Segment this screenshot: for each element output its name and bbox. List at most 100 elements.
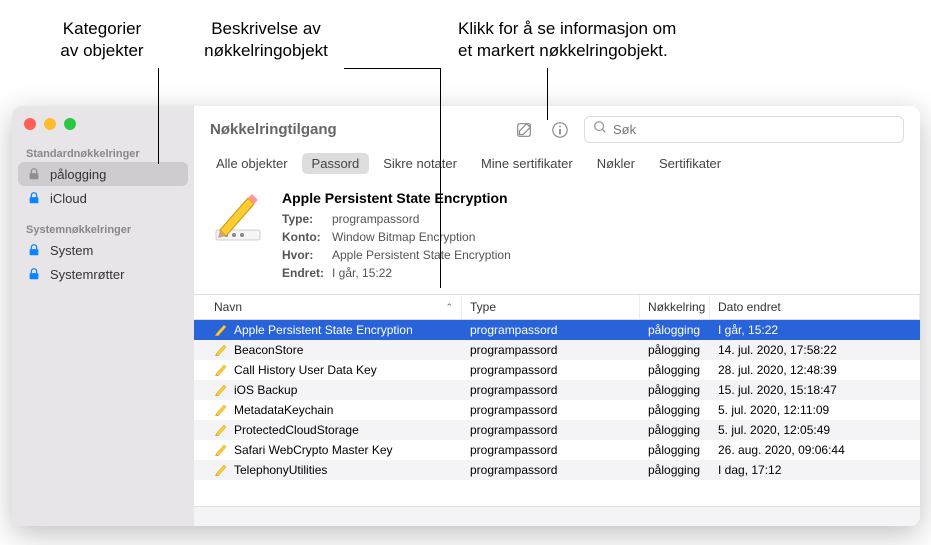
tab-all[interactable]: Alle objekter bbox=[206, 153, 298, 174]
callout-info: Klikk for å se informasjon omet markert … bbox=[458, 18, 738, 62]
sidebar-item-label: pålogging bbox=[50, 167, 106, 182]
search-input[interactable] bbox=[613, 122, 895, 137]
row-ring: pålogging bbox=[640, 421, 710, 439]
callout-description: Beskrivelse avnøkkelringobjekt bbox=[186, 18, 346, 62]
row-date: 28. jul. 2020, 12:48:39 bbox=[710, 361, 920, 379]
fullscreen-button[interactable] bbox=[64, 118, 76, 130]
row-type: programpassord bbox=[462, 401, 640, 419]
lock-icon bbox=[26, 242, 42, 258]
password-icon bbox=[210, 190, 266, 246]
row-ring: pålogging bbox=[640, 461, 710, 479]
detail-type-label: Type: bbox=[282, 210, 326, 228]
sidebar-item-label: System bbox=[50, 243, 93, 258]
detail-panel: Apple Persistent State Encryption Type: p… bbox=[194, 182, 920, 294]
password-row-icon bbox=[214, 443, 228, 457]
detail-modified-value: I går, 15:22 bbox=[332, 264, 392, 282]
table-row[interactable]: Safari WebCrypto Master Key programpasso… bbox=[194, 440, 920, 460]
detail-title: Apple Persistent State Encryption bbox=[282, 190, 904, 206]
window-title: Nøkkelringtilgang bbox=[210, 121, 500, 138]
row-name: Call History User Data Key bbox=[234, 363, 377, 377]
lock-icon bbox=[26, 266, 42, 282]
password-row-icon bbox=[214, 323, 228, 337]
callout-categories: Kategorierav objekter bbox=[42, 18, 162, 62]
tab-mycerts[interactable]: Mine sertifikater bbox=[471, 153, 583, 174]
col-header-ring[interactable]: Nøkkelring bbox=[640, 295, 710, 319]
row-date: I dag, 17:12 bbox=[710, 461, 920, 479]
row-date: 14. jul. 2020, 17:58:22 bbox=[710, 341, 920, 359]
sidebar-header-default: Standardnøkkelringer bbox=[12, 142, 194, 162]
compose-button[interactable] bbox=[512, 118, 536, 142]
main-content: Nøkkelringtilgang Alle objekter Passord … bbox=[194, 106, 920, 526]
info-button[interactable] bbox=[548, 118, 572, 142]
minimize-button[interactable] bbox=[44, 118, 56, 130]
row-type: programpassord bbox=[462, 441, 640, 459]
row-type: programpassord bbox=[462, 421, 640, 439]
table-row[interactable]: BeaconStore programpassord pålogging 14.… bbox=[194, 340, 920, 360]
row-name: MetadataKeychain bbox=[234, 403, 333, 417]
detail-type-value: programpassord bbox=[332, 210, 419, 228]
footer-bar bbox=[194, 506, 920, 526]
table-row[interactable]: TelephonyUtilities programpassord pålogg… bbox=[194, 460, 920, 480]
row-date: 5. jul. 2020, 12:05:49 bbox=[710, 421, 920, 439]
items-table: Navn⌃ Type Nøkkelring Dato endret Apple … bbox=[194, 294, 920, 506]
row-name: Safari WebCrypto Master Key bbox=[234, 443, 393, 457]
sidebar-header-system: Systemnøkkelringer bbox=[12, 218, 194, 238]
row-date: 15. jul. 2020, 15:18:47 bbox=[710, 381, 920, 399]
table-row[interactable]: MetadataKeychain programpassord påloggin… bbox=[194, 400, 920, 420]
row-ring: pålogging bbox=[640, 401, 710, 419]
detail-account-label: Konto: bbox=[282, 228, 326, 246]
tab-notes[interactable]: Sikre notater bbox=[373, 153, 467, 174]
row-type: programpassord bbox=[462, 381, 640, 399]
row-name: Apple Persistent State Encryption bbox=[234, 323, 413, 337]
tab-keys[interactable]: Nøkler bbox=[587, 153, 645, 174]
sidebar-item-roots[interactable]: Systemrøtter bbox=[12, 262, 194, 286]
sidebar-item-system[interactable]: System bbox=[12, 238, 194, 262]
table-row[interactable]: ProtectedCloudStorage programpassord pål… bbox=[194, 420, 920, 440]
row-name: ProtectedCloudStorage bbox=[234, 423, 359, 437]
row-type: programpassord bbox=[462, 461, 640, 479]
row-date: I går, 15:22 bbox=[710, 321, 920, 339]
row-name: iOS Backup bbox=[234, 383, 297, 397]
table-row[interactable]: iOS Backup programpassord pålogging 15. … bbox=[194, 380, 920, 400]
row-type: programpassord bbox=[462, 341, 640, 359]
tab-passwords[interactable]: Passord bbox=[302, 153, 370, 174]
table-row[interactable]: Call History User Data Key programpassor… bbox=[194, 360, 920, 380]
row-name: BeaconStore bbox=[234, 343, 303, 357]
row-type: programpassord bbox=[462, 321, 640, 339]
row-ring: pålogging bbox=[640, 381, 710, 399]
detail-modified-label: Endret: bbox=[282, 264, 326, 282]
password-row-icon bbox=[214, 383, 228, 397]
sidebar: Standardnøkkelringer pålogging iCloud Sy… bbox=[12, 106, 194, 526]
password-row-icon bbox=[214, 423, 228, 437]
col-header-type[interactable]: Type bbox=[462, 295, 640, 319]
row-type: programpassord bbox=[462, 361, 640, 379]
tab-certs[interactable]: Sertifikater bbox=[649, 153, 731, 174]
keychain-window: Standardnøkkelringer pålogging iCloud Sy… bbox=[12, 106, 920, 526]
toolbar: Nøkkelringtilgang bbox=[194, 106, 920, 153]
detail-where-label: Hvor: bbox=[282, 246, 326, 264]
row-ring: pålogging bbox=[640, 341, 710, 359]
password-row-icon bbox=[214, 363, 228, 377]
search-icon bbox=[593, 120, 607, 139]
row-ring: pålogging bbox=[640, 321, 710, 339]
password-row-icon bbox=[214, 403, 228, 417]
lock-icon bbox=[26, 166, 42, 182]
row-date: 5. jul. 2020, 12:11:09 bbox=[710, 401, 920, 419]
sidebar-item-icloud[interactable]: iCloud bbox=[12, 186, 194, 210]
close-button[interactable] bbox=[24, 118, 36, 130]
search-box[interactable] bbox=[584, 116, 904, 143]
password-row-icon bbox=[214, 463, 228, 477]
col-header-date[interactable]: Dato endret bbox=[710, 295, 920, 319]
sidebar-item-label: iCloud bbox=[50, 191, 87, 206]
row-ring: pålogging bbox=[640, 361, 710, 379]
col-header-name[interactable]: Navn⌃ bbox=[206, 295, 462, 319]
table-row[interactable]: Apple Persistent State Encryption progra… bbox=[194, 320, 920, 340]
sort-asc-icon: ⌃ bbox=[445, 302, 453, 313]
row-name: TelephonyUtilities bbox=[234, 463, 327, 477]
row-ring: pålogging bbox=[640, 441, 710, 459]
table-header: Navn⌃ Type Nøkkelring Dato endret bbox=[194, 294, 920, 320]
detail-account-value: Window Bitmap Encryption bbox=[332, 228, 475, 246]
detail-where-value: Apple Persistent State Encryption bbox=[332, 246, 511, 264]
table-body: Apple Persistent State Encryption progra… bbox=[194, 320, 920, 506]
sidebar-item-login[interactable]: pålogging bbox=[18, 162, 188, 186]
